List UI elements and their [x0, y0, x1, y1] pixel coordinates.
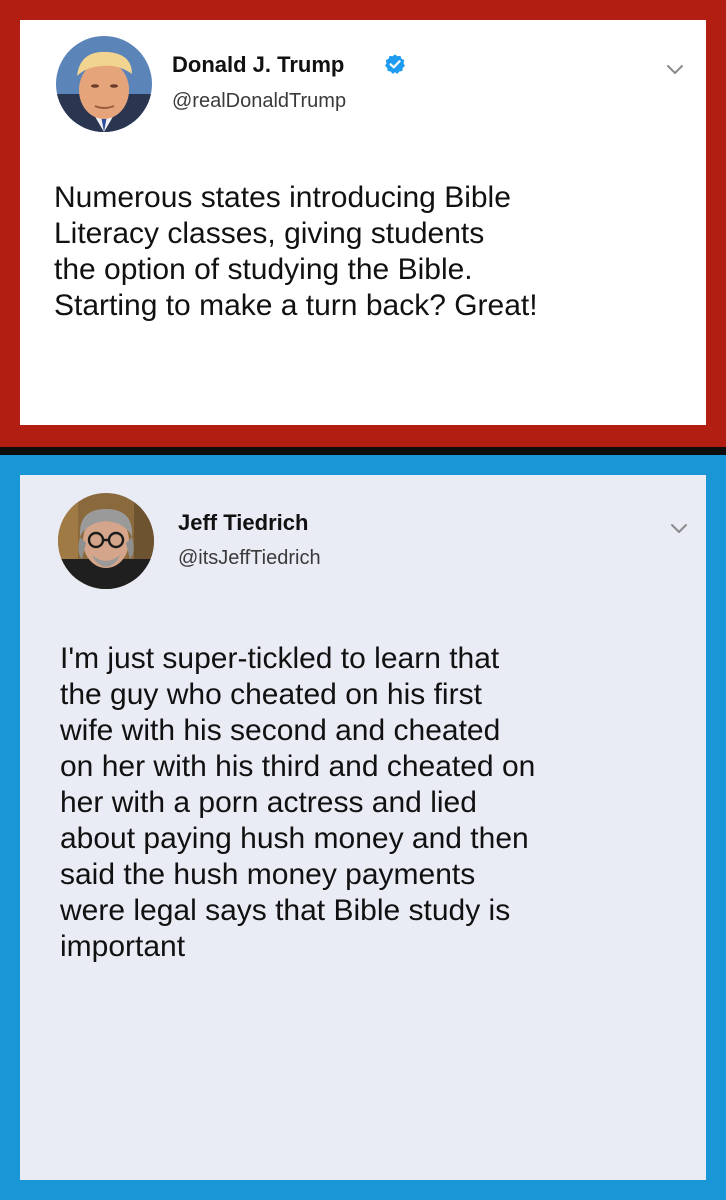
tweet-text-line: the option of studying the Bible.	[54, 253, 473, 286]
author-handle[interactable]: @realDonaldTrump	[172, 90, 346, 113]
tweet-text-line: her with a porn actress and lied	[60, 786, 477, 819]
tweet-text-line: the guy who cheated on his first	[60, 678, 482, 711]
author-handle[interactable]: @itsJeffTiedrich	[178, 547, 321, 570]
author-name[interactable]: Jeff Tiedrich	[178, 510, 308, 536]
verified-badge-icon	[385, 54, 405, 74]
chevron-down-icon[interactable]	[668, 517, 690, 539]
tweet-frame-bottom: Jeff Tiedrich @itsJeffTiedrich I'm just …	[0, 455, 726, 1200]
tweet-text-line: about paying hush money and then	[60, 822, 529, 855]
avatar[interactable]	[56, 36, 152, 132]
tweet-text-line: important	[60, 930, 186, 963]
tweet-card-tiedrich[interactable]: Jeff Tiedrich @itsJeffTiedrich I'm just …	[20, 475, 706, 1180]
tweet-text-line: I'm just super-tickled to learn that	[60, 642, 500, 675]
meme-page: Donald J. Trump @realDonaldTrump Numerou…	[0, 0, 726, 1200]
tweet-text-line: wife with his second and cheated	[60, 714, 501, 747]
tweet-text-line: were legal says that Bible study is	[60, 894, 511, 927]
tweet-text: Numerous states introducing Bible Litera…	[54, 180, 538, 324]
tweet-text: I'm just super-tickled to learn that the…	[60, 641, 535, 965]
person-avatar-icon	[56, 36, 152, 132]
chevron-down-icon[interactable]	[664, 58, 686, 80]
tweet-text-line: on her with his third and cheated on	[60, 750, 536, 783]
author-name[interactable]: Donald J. Trump	[172, 52, 344, 78]
avatar[interactable]	[58, 493, 154, 589]
person-avatar-icon	[58, 493, 154, 589]
tweet-text-line: Numerous states introducing Bible	[54, 181, 511, 214]
tweet-card-trump[interactable]: Donald J. Trump @realDonaldTrump Numerou…	[20, 20, 706, 425]
tweet-text-line: Starting to make a turn back? Great!	[54, 289, 538, 322]
tweet-text-line: Literacy classes, giving students	[54, 217, 485, 250]
tweet-text-line: said the hush money payments	[60, 858, 476, 891]
tweet-frame-top: Donald J. Trump @realDonaldTrump Numerou…	[0, 0, 726, 447]
